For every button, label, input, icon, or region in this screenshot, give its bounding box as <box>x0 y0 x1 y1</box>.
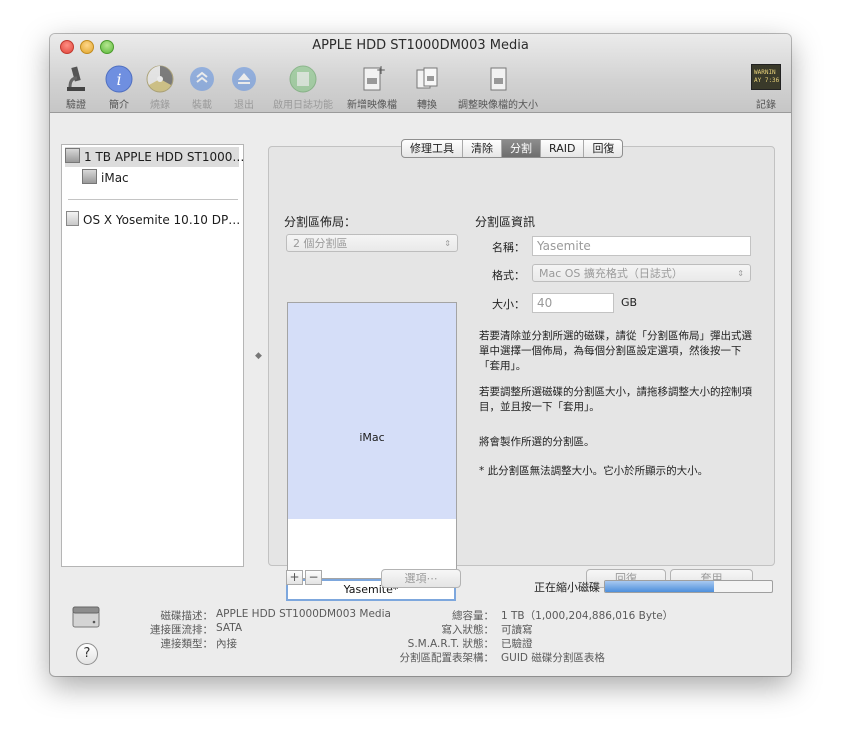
convert-icon <box>412 64 442 94</box>
burn-button[interactable]: 燒錄 <box>143 64 177 111</box>
convert-label: 轉換 <box>417 100 437 111</box>
progress-fill <box>605 581 714 592</box>
tab-erase[interactable]: 清除 <box>463 140 502 157</box>
sidebar-item-disk[interactable]: 1 TB APPLE HDD ST1000… <box>65 147 244 167</box>
disk-info-footer: 正在縮小磁碟 磁碟描述： APPLE HDD ST1000DM003 Media… <box>50 573 791 676</box>
enable-journaling-label: 啟用日誌功能 <box>273 100 333 111</box>
write-status-value: 可讀寫 <box>501 624 533 636</box>
partition-map: iMac <box>287 302 457 579</box>
size-field[interactable]: 40 <box>532 293 614 313</box>
eject-label: 退出 <box>234 100 254 111</box>
instruction-text-1: 若要清除並分割所選的磁碟，請從「分割區佈局」彈出式選單中選擇一個佈局，為每個分割… <box>479 330 752 372</box>
smart-status-label: S.M.A.R.T. 狀態： <box>407 638 494 650</box>
partition-imac-label: iMac <box>359 431 385 444</box>
info-button[interactable]: i 簡介 <box>103 64 135 111</box>
write-status-label: 寫入狀態： <box>441 624 495 636</box>
log-icon: WARNIN AY 7:36 <box>751 64 781 90</box>
sidebar-item-installer[interactable]: OS X Yosemite 10.10 DP… <box>66 210 240 230</box>
new-image-label: 新增映像檔 <box>347 100 397 111</box>
svg-text:+: + <box>376 64 386 77</box>
format-label: 格式： <box>492 269 525 282</box>
tab-restore[interactable]: 回復 <box>584 140 622 157</box>
help-button[interactable]: ? <box>76 643 98 665</box>
mount-button[interactable]: 裝載 <box>186 64 218 111</box>
resize-image-icon <box>483 64 513 94</box>
split-view-handle[interactable]: ◆ <box>255 351 262 361</box>
connection-type-value: 內接 <box>216 638 237 650</box>
journal-icon <box>288 64 318 94</box>
volume-icon <box>82 169 97 184</box>
tab-first-aid[interactable]: 修理工具 <box>402 140 463 157</box>
format-value: Mac OS 擴充格式（日誌式） <box>539 267 683 280</box>
eject-icon <box>229 64 259 94</box>
name-field[interactable]: Yasemite <box>532 236 751 256</box>
resize-image-button[interactable]: 調整映像檔的大小 <box>452 64 544 111</box>
volume-label: iMac <box>101 171 129 185</box>
smart-status-value: 已驗證 <box>501 638 533 650</box>
svg-text:i: i <box>116 70 121 89</box>
sidebar-divider <box>68 199 238 200</box>
instruction-text-4: * 此分割區無法調整大小。它小於所顯示的大小。 <box>479 465 709 477</box>
partition-imac[interactable]: iMac <box>288 303 456 519</box>
eject-button[interactable]: 退出 <box>228 64 260 111</box>
burn-icon <box>145 64 175 94</box>
main-content: 1 TB APPLE HDD ST1000… iMac OS X Yosemit… <box>50 113 791 676</box>
mount-icon <box>187 64 217 94</box>
disk-label: 1 TB APPLE HDD ST1000… <box>84 150 245 164</box>
microscope-icon <box>61 64 91 94</box>
disk-icon <box>72 605 100 629</box>
disk-desc-label: 磁碟描述： <box>160 610 214 622</box>
convert-button[interactable]: 轉換 <box>412 64 442 111</box>
popup-arrows-icon: ⇕ <box>737 269 744 278</box>
resize-image-label: 調整映像檔的大小 <box>458 100 538 111</box>
mount-label: 裝載 <box>192 100 212 111</box>
name-label: 名稱： <box>492 241 525 254</box>
progress-label: 正在縮小磁碟 <box>534 581 600 594</box>
new-image-button[interactable]: + 新增映像檔 <box>344 63 400 111</box>
tab-bar: 修理工具 清除 分割 RAID 回復 <box>401 139 624 158</box>
enable-journaling-button[interactable]: 啟用日誌功能 <box>268 64 338 111</box>
progress-bar <box>604 580 773 593</box>
bus-label: 連接匯流排： <box>150 624 213 636</box>
partition-layout-title: 分割區佈局： <box>284 215 357 229</box>
disk-image-icon <box>66 211 79 226</box>
burn-label: 燒錄 <box>150 100 170 111</box>
installer-label: OS X Yosemite 10.10 DP… <box>83 213 241 227</box>
info-icon: i <box>104 64 134 94</box>
bus-value: SATA <box>216 622 243 634</box>
titlebar: APPLE HDD ST1000DM003 Media 驗證 i 簡介 燒錄 裝… <box>50 34 791 113</box>
popup-arrows-icon: ⇕ <box>444 239 451 248</box>
capacity-label: 總容量： <box>452 610 494 622</box>
disk-list: 1 TB APPLE HDD ST1000… iMac OS X Yosemit… <box>61 144 244 567</box>
window-title: APPLE HDD ST1000DM003 Media <box>312 38 529 53</box>
instruction-text-3: 將會製作所選的分割區。 <box>479 436 595 448</box>
hard-drive-icon <box>65 148 80 163</box>
log-label: 記錄 <box>756 100 776 111</box>
partition-scheme-value: GUID 磁碟分割區表格 <box>501 652 605 664</box>
format-popup[interactable]: Mac OS 擴充格式（日誌式） ⇕ <box>532 264 751 282</box>
sidebar-item-imac[interactable]: iMac <box>82 168 129 188</box>
partition-scheme-popup[interactable]: 2 個分割區 ⇕ <box>286 234 458 252</box>
verify-button[interactable]: 驗證 <box>60 64 92 111</box>
size-label: 大小： <box>492 298 525 311</box>
capacity-value: 1 TB（1,000,204,886,016 Byte） <box>501 610 674 622</box>
partition-info-title: 分割區資訊 <box>475 215 536 229</box>
instruction-text-2: 若要調整所選磁碟的分割區大小，請拖移調整大小的控制項目，並且按一下「套用」。 <box>479 386 752 413</box>
tab-raid[interactable]: RAID <box>541 140 585 157</box>
log-button[interactable]: WARNIN AY 7:36 記錄 <box>749 64 783 111</box>
disk-utility-window: APPLE HDD ST1000DM003 Media 驗證 i 簡介 燒錄 裝… <box>50 34 791 676</box>
verify-label: 驗證 <box>66 100 86 111</box>
new-image-icon: + <box>357 63 387 94</box>
disk-desc-value: APPLE HDD ST1000DM003 Media <box>216 608 391 620</box>
size-unit: GB <box>621 296 638 309</box>
partition-scheme-value: 2 個分割區 <box>293 237 348 250</box>
tab-partition[interactable]: 分割 <box>502 140 541 157</box>
connection-type-label: 連接類型： <box>160 638 214 650</box>
info-label: 簡介 <box>109 100 129 111</box>
partition-scheme-label: 分割區配置表架構： <box>399 652 495 664</box>
